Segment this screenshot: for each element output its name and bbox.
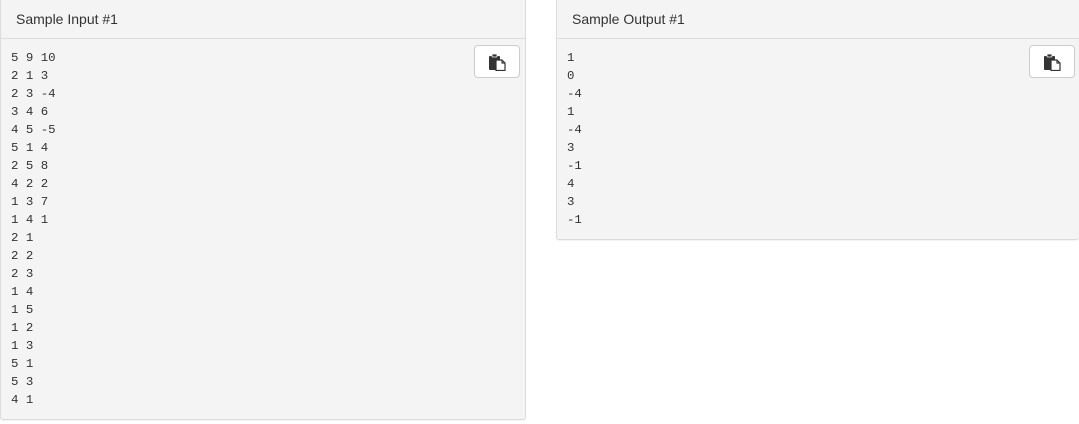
sample-input-text: 5 9 10 2 1 3 2 3 -4 3 4 6 4 5 -5 5 1 4 2 5 8 4 … (1, 39, 525, 409)
sample-line: 2 5 8 (11, 159, 49, 173)
sample-line: -4 (567, 87, 582, 101)
sample-line: 1 (567, 51, 575, 65)
sample-line: 5 9 10 (11, 51, 56, 65)
sample-line: 5 1 (11, 357, 34, 371)
sample-line: 1 4 (11, 285, 34, 299)
sample-line: 1 (567, 105, 575, 119)
sample-line: 4 2 2 (11, 177, 49, 191)
sample-line: 1 2 (11, 321, 34, 335)
sample-line: 4 5 -5 (11, 123, 56, 137)
copy-input-button[interactable] (474, 45, 520, 78)
sample-output-title: Sample Output #1 (557, 0, 1079, 39)
copy-output-button[interactable] (1029, 45, 1075, 78)
sample-line: 2 2 (11, 249, 34, 263)
sample-line: -1 (567, 159, 582, 173)
sample-line: -1 (567, 213, 582, 227)
sample-line: 1 3 7 (11, 195, 49, 209)
sample-line: 1 4 1 (11, 213, 49, 227)
sample-line: 2 3 -4 (11, 87, 56, 101)
sample-input-body: 5 9 10 2 1 3 2 3 -4 3 4 6 4 5 -5 5 1 4 2 5 8 4 … (1, 39, 525, 409)
sample-line: 3 (567, 141, 575, 155)
sample-input-panel: Sample Input #1 5 9 10 2 1 3 2 3 -4 3 4 6 4 … (0, 0, 526, 420)
sample-output-panel: Sample Output #1 1 0 -4 1 -4 3 -1 4 3 -1 (556, 0, 1079, 240)
clipboard-copy-icon (489, 53, 506, 71)
sample-line: 1 3 (11, 339, 34, 353)
sample-line: 2 1 3 (11, 69, 49, 83)
sample-line: 5 3 (11, 375, 34, 389)
sample-line: 2 1 (11, 231, 34, 245)
sample-line: 1 5 (11, 303, 34, 317)
sample-line: 3 4 6 (11, 105, 49, 119)
sample-line: 4 (567, 177, 575, 191)
sample-line: 5 1 4 (11, 141, 49, 155)
sample-line: 4 1 (11, 393, 34, 407)
clipboard-copy-icon (1044, 53, 1061, 71)
sample-input-title: Sample Input #1 (1, 0, 525, 39)
sample-line: 0 (567, 69, 575, 83)
sample-output-text: 1 0 -4 1 -4 3 -1 4 3 -1 (557, 39, 1079, 229)
sample-line: 3 (567, 195, 575, 209)
sample-output-body: 1 0 -4 1 -4 3 -1 4 3 -1 (557, 39, 1079, 229)
sample-line: 2 3 (11, 267, 34, 281)
sample-line: -4 (567, 123, 582, 137)
